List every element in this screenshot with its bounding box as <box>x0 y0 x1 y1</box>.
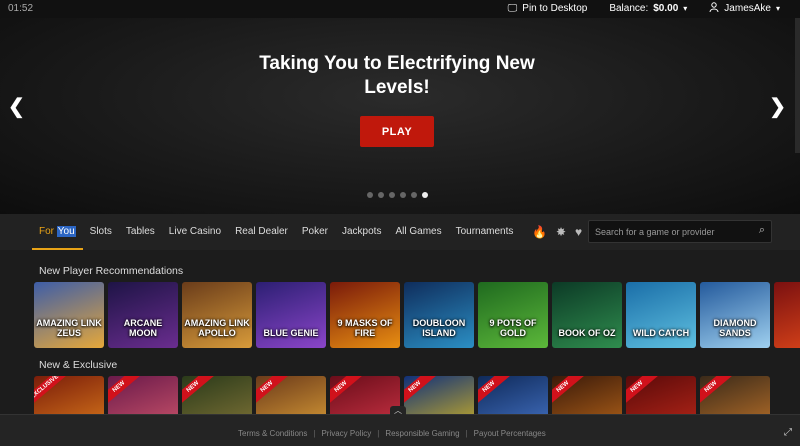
game-badge: NEW <box>626 376 660 407</box>
game-badge: NEW <box>182 376 216 407</box>
game-tile[interactable]: DIAMOND SANDS <box>700 282 770 348</box>
game-tile[interactable]: 9 MASKS OF FIRE <box>330 282 400 348</box>
carousel-dot[interactable] <box>389 192 395 198</box>
game-badge: NEW <box>478 376 512 407</box>
nav-icon-group: 🔥 ✸ ♥ <box>532 225 582 239</box>
category-tabs: For You Slots Tables Live Casino Real Deale… <box>32 214 520 250</box>
play-button[interactable]: PLAY <box>360 116 434 147</box>
tab-poker[interactable]: Poker <box>295 214 335 250</box>
top-bar: 01:52 🖵 Pin to Desktop Balance: $0.00 ▾ … <box>0 0 800 18</box>
footer-link[interactable]: Privacy Policy <box>321 429 371 438</box>
user-menu[interactable]: JamesAke ▾ <box>709 2 780 15</box>
hero-banner: Taking You to Electrifying New Levels! P… <box>0 18 800 214</box>
hero-title: Taking You to Electrifying New Levels! <box>259 53 535 98</box>
game-title: FI <box>776 328 800 338</box>
tab-tournaments[interactable]: Tournaments <box>449 214 521 250</box>
carousel-dot[interactable] <box>422 192 428 198</box>
game-tile[interactable]: BOOK OF OZ <box>552 282 622 348</box>
game-tile[interactable]: BLUE GENIE <box>256 282 326 348</box>
search-icon[interactable]: ⌕ <box>759 224 765 237</box>
game-title: DIAMOND SANDS <box>713 318 757 338</box>
chevron-down-icon: ▾ <box>775 4 780 13</box>
monitor-icon: 🖵 <box>507 3 518 14</box>
casino-app: 01:52 🖵 Pin to Desktop Balance: $0.00 ▾ … <box>0 0 800 446</box>
game-title: DOUBLOON ISLAND <box>412 318 466 338</box>
carousel-dot[interactable] <box>411 192 417 198</box>
game-title: 9 POTS OF GOLD <box>489 318 537 338</box>
user-icon <box>709 2 719 15</box>
top-bar-actions: 🖵 Pin to Desktop Balance: $0.00 ▾ JamesA… <box>508 2 780 15</box>
carousel-prev-icon[interactable]: ❮ <box>8 94 25 119</box>
footer-links: Terms & Conditions | Privacy Policy | Respon… <box>238 429 546 438</box>
tab-tables[interactable]: Tables <box>119 214 162 250</box>
balance-label: Balance: <box>609 3 649 14</box>
game-title: AMAZING LINK APOLLO <box>184 318 250 338</box>
clock: 01:52 <box>8 3 34 14</box>
carousel-dots <box>367 192 428 198</box>
footer: Terms & Conditions | Privacy Policy | Respon… <box>0 414 800 446</box>
username: JamesAke <box>724 3 771 14</box>
tab-for-you[interactable]: For You <box>32 214 83 250</box>
game-badge: NEW <box>404 376 438 407</box>
game-title: WILD CATCH <box>632 328 690 338</box>
expand-icon[interactable]: ⤢ <box>784 427 792 438</box>
tab-jackpots[interactable]: Jackpots <box>335 214 388 250</box>
tab-you-label: You <box>56 226 76 237</box>
recommendations-heading: New Player Recommendations <box>39 265 184 277</box>
tab-slots[interactable]: Slots <box>83 214 119 250</box>
carousel-next-icon[interactable]: ❯ <box>769 94 786 119</box>
flame-icon[interactable]: 🔥 <box>532 225 547 239</box>
game-tile[interactable]: AMAZING LINK APOLLO <box>182 282 252 348</box>
game-tile[interactable]: DOUBLOON ISLAND <box>404 282 474 348</box>
tab-all-games[interactable]: All Games <box>388 214 448 250</box>
game-badge: NEW <box>552 376 586 407</box>
game-badge: EXCLUSIVE <box>34 376 68 407</box>
search-box: ⌕ <box>588 220 772 243</box>
scroll-up-icon[interactable]: ︿ <box>390 406 406 416</box>
exclusive-heading: New & Exclusive <box>39 359 118 371</box>
footer-link[interactable]: Payout Percentages <box>474 429 546 438</box>
carousel-dot[interactable] <box>400 192 406 198</box>
footer-separator: | <box>313 429 316 438</box>
game-tile[interactable]: WILD CATCH <box>626 282 696 348</box>
game-badge: NEW <box>256 376 290 407</box>
balance-dropdown[interactable]: Balance: $0.00 ▾ <box>609 3 687 14</box>
game-tile[interactable]: 9 POTS OF GOLD <box>478 282 548 348</box>
game-badge: NEW <box>108 376 142 407</box>
footer-separator: | <box>465 429 468 438</box>
game-badge: NEW <box>700 376 734 407</box>
game-tile[interactable]: AMAZING LINK ZEUS <box>34 282 104 348</box>
game-tile[interactable]: ARCANE MOON <box>108 282 178 348</box>
game-tile[interactable]: FI <box>774 282 800 348</box>
category-nav: For You Slots Tables Live Casino Real Deale… <box>0 214 800 250</box>
footer-link[interactable]: Responsible Gaming <box>385 429 459 438</box>
game-title: 9 MASKS OF FIRE <box>337 318 393 338</box>
star-badge-icon[interactable]: ✸ <box>556 225 566 239</box>
tab-real-dealer[interactable]: Real Dealer <box>228 214 295 250</box>
pin-to-desktop-label: Pin to Desktop <box>522 3 588 14</box>
balance-value: $0.00 <box>653 3 679 14</box>
recommendations-row: AMAZING LINK ZEUS ARCANE MOON AMAZING LINK… <box>34 282 800 348</box>
footer-separator: | <box>377 429 380 438</box>
game-title: BOOK OF OZ <box>558 328 616 338</box>
search-input[interactable] <box>595 225 750 239</box>
game-title: ARCANE MOON <box>123 318 163 338</box>
tab-live-casino[interactable]: Live Casino <box>162 214 228 250</box>
game-badge: NEW <box>330 376 364 407</box>
game-title: AMAZING LINK ZEUS <box>36 318 102 338</box>
scrollbar-thumb[interactable] <box>795 18 800 153</box>
carousel-dot[interactable] <box>367 192 373 198</box>
heart-icon[interactable]: ♥ <box>575 225 582 239</box>
chevron-down-icon: ▾ <box>683 4 688 13</box>
footer-link[interactable]: Terms & Conditions <box>238 429 307 438</box>
game-title: BLUE GENIE <box>263 328 319 338</box>
carousel-dot[interactable] <box>378 192 384 198</box>
pin-to-desktop-button[interactable]: 🖵 Pin to Desktop <box>508 3 588 14</box>
tab-for-label: For <box>39 226 57 237</box>
